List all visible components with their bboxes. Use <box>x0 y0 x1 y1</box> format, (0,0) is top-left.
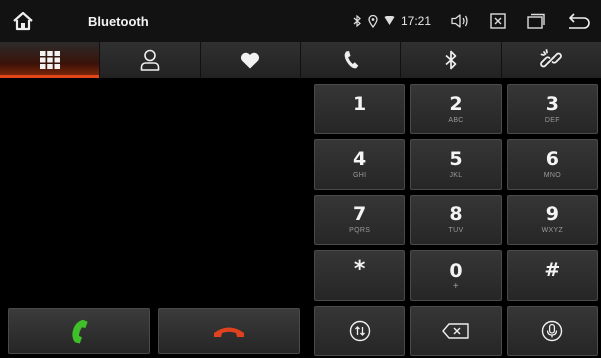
back-button[interactable] <box>555 0 601 42</box>
key-2[interactable]: 2 ABC <box>410 84 502 135</box>
back-icon <box>569 13 590 29</box>
recent-apps-button[interactable] <box>517 0 555 42</box>
end-call-button[interactable] <box>158 308 300 354</box>
reject-call-icon <box>214 327 244 337</box>
volume-icon <box>451 14 468 28</box>
key-1[interactable]: 1 <box>314 84 406 135</box>
tab-bluetooth[interactable] <box>401 42 502 78</box>
home-icon <box>13 11 33 31</box>
mute-mic-button[interactable] <box>506 305 598 356</box>
transfer-icon <box>349 320 370 341</box>
heart-icon <box>241 52 260 68</box>
backspace-icon <box>442 323 469 339</box>
tab-call-log[interactable] <box>300 42 402 78</box>
key-star[interactable]: * <box>314 250 406 301</box>
volume-button[interactable] <box>441 0 479 42</box>
key-0[interactable]: 0 + <box>410 250 502 301</box>
bluetooth-status-icon <box>353 15 362 27</box>
close-app-button[interactable] <box>479 0 517 42</box>
person-icon <box>140 49 160 71</box>
answer-call-button[interactable] <box>8 308 150 354</box>
close-box-icon <box>490 13 506 29</box>
accept-call-icon <box>72 319 88 344</box>
phone-icon <box>344 51 358 69</box>
microphone-icon <box>542 320 563 341</box>
tab-contacts[interactable] <box>100 42 201 78</box>
clock: 17:21 <box>400 14 431 28</box>
call-controls <box>8 308 300 354</box>
tab-favorites[interactable] <box>200 42 301 78</box>
home-button[interactable] <box>0 0 46 42</box>
window-icon <box>527 13 545 29</box>
page-title: Bluetooth <box>88 13 149 29</box>
key-9[interactable]: 9 WXYZ <box>506 194 598 246</box>
key-4[interactable]: 4 GHI <box>314 139 406 190</box>
key-6[interactable]: 6 MNO <box>506 139 598 190</box>
bluetooth-icon <box>445 50 457 70</box>
tab-bar <box>0 42 601 78</box>
tab-dialpad[interactable] <box>0 42 101 78</box>
key-3[interactable]: 3 DEF <box>506 84 598 135</box>
dialpad: 1 2 ABC 3 DEF 4 GHI 5 JKL 6 MNO 7 PQRS 8 TUV 9W… <box>314 84 598 356</box>
transfer-audio-button[interactable] <box>314 305 406 356</box>
key-8[interactable]: 8 TUV <box>410 194 502 246</box>
backspace-button[interactable] <box>410 305 502 356</box>
key-7[interactable]: 7 PQRS <box>314 194 406 246</box>
status-bar: Bluetooth 17:21 <box>0 0 601 42</box>
link-icon <box>540 49 563 68</box>
key-hash[interactable]: # <box>506 250 598 301</box>
wifi-icon <box>384 16 395 26</box>
tab-pairing[interactable] <box>501 42 601 78</box>
dialpad-grid-icon <box>39 51 60 69</box>
key-5[interactable]: 5 JKL <box>410 139 502 190</box>
location-icon <box>368 14 378 28</box>
